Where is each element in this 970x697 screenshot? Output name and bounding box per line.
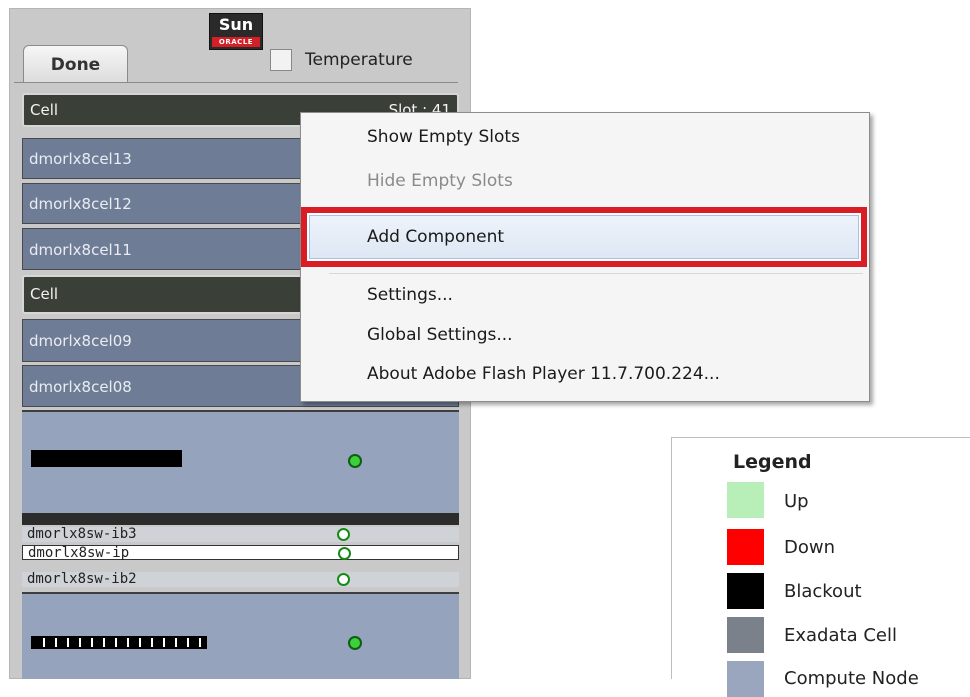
status-up-indicator (348, 636, 362, 650)
slot-label: dmorlx8cel11 (29, 241, 132, 259)
legend-swatch (727, 617, 764, 653)
legend-title: Legend (733, 451, 812, 473)
legend-panel: Legend Up Down Blackout Exadata Cell Com… (671, 437, 970, 697)
switch-label: dmorlx8sw-ip (28, 545, 130, 561)
logo-sub: ORACLE (212, 37, 260, 47)
sun-oracle-logo: Sun ORACLE (209, 13, 263, 50)
tab-divider (14, 82, 458, 83)
status-up-indicator (338, 547, 351, 560)
menu-item-add-component[interactable]: Add Component (367, 227, 504, 247)
legend-swatch (727, 529, 764, 565)
status-up-indicator (337, 573, 350, 586)
slot-label: dmorlx8cel09 (29, 332, 132, 350)
status-up-indicator (348, 454, 362, 468)
compute-node-bar (31, 636, 207, 649)
logo-brand: Sun (218, 15, 254, 34)
legend-label: Up (784, 491, 809, 512)
done-button[interactable]: Done (23, 45, 128, 83)
legend-swatch (727, 661, 764, 697)
slot-label: Cell (30, 285, 59, 303)
menu-item-about-flash[interactable]: About Adobe Flash Player 11.7.700.224... (367, 364, 720, 384)
menu-item-settings[interactable]: Settings... (367, 285, 453, 305)
switch-label: dmorlx8sw-ib2 (27, 571, 137, 587)
status-up-indicator (337, 528, 350, 541)
switch-row[interactable]: dmorlx8sw-ip (22, 545, 459, 561)
menu-separator (329, 273, 863, 274)
switch-row[interactable]: dmorlx8sw-ib3 (22, 527, 459, 542)
legend-label: Blackout (784, 581, 862, 602)
menu-item-show-empty-slots[interactable]: Show Empty Slots (367, 127, 520, 147)
legend-label: Down (784, 537, 836, 558)
slot-label: dmorlx8cel08 (29, 378, 132, 396)
legend-swatch (727, 482, 764, 518)
menu-item-global-settings[interactable]: Global Settings... (367, 325, 513, 345)
menu-item-hide-empty-slots: Hide Empty Slots (367, 171, 513, 191)
slot-label: Cell (30, 101, 59, 119)
switch-label: dmorlx8sw-ib3 (27, 526, 137, 542)
switch-row[interactable]: dmorlx8sw-ib2 (22, 572, 459, 587)
context-menu: Show Empty Slots Hide Empty Slots Add Co… (300, 112, 870, 402)
legend-swatch (727, 573, 764, 609)
rack-divider (22, 513, 459, 525)
slot-label: dmorlx8cel13 (29, 150, 132, 168)
blackout-bar (31, 450, 182, 467)
temperature-checkbox[interactable] (270, 49, 292, 71)
legend-label: Exadata Cell (784, 625, 897, 646)
slot-label: dmorlx8cel12 (29, 195, 132, 213)
temperature-label: Temperature (305, 50, 413, 70)
